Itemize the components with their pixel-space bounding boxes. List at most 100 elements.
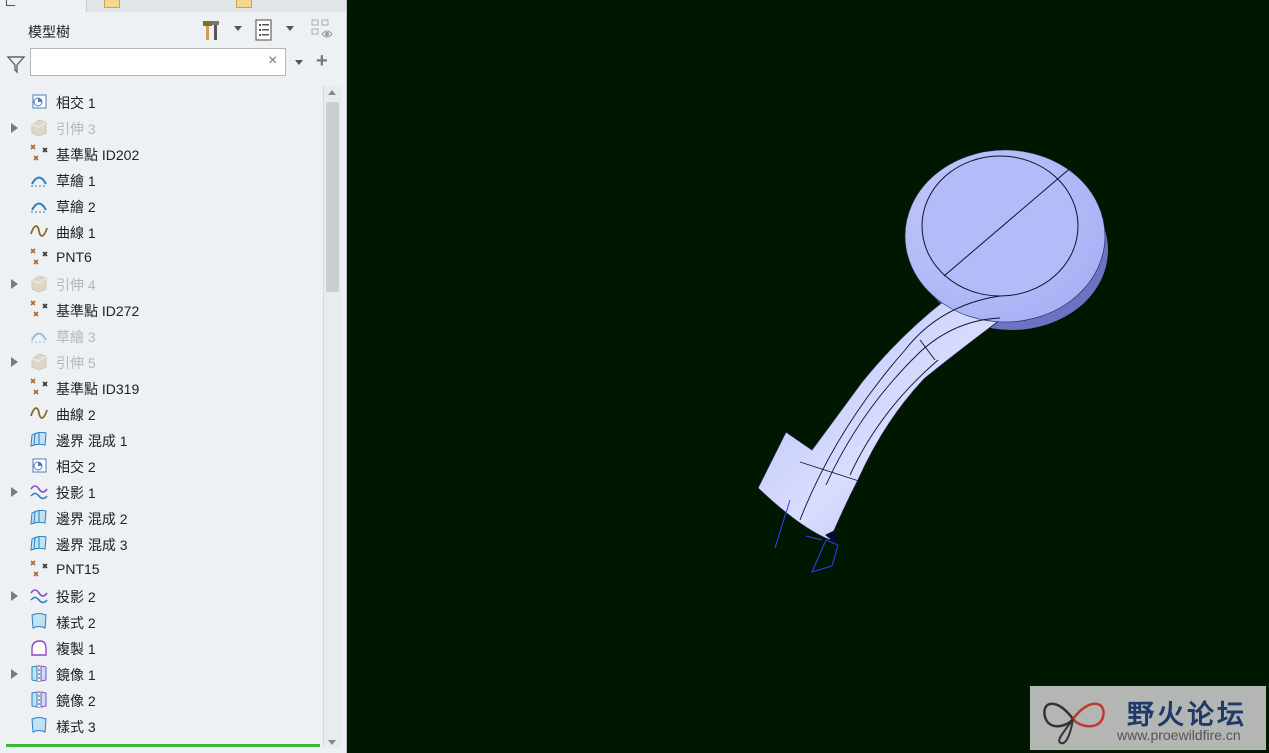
tree-item[interactable]: 投影 1: [0, 478, 322, 504]
tree-item-label: 草繪 3: [56, 329, 96, 345]
search-dropdown-arrow[interactable]: [295, 60, 303, 65]
tree-item[interactable]: PNT6: [0, 244, 322, 270]
tab-folder-icon[interactable]: [104, 0, 120, 8]
tree-item[interactable]: 相交 1: [0, 88, 322, 114]
tree-item[interactable]: 引伸 4: [0, 270, 322, 296]
tree-item-label: 引伸 3: [56, 121, 96, 137]
tree-item[interactable]: 草繪 2: [0, 192, 322, 218]
tree-item-label: 樣式 3: [56, 719, 96, 735]
tree-item[interactable]: 引伸 3: [0, 114, 322, 140]
sketch-icon: [29, 169, 49, 189]
projection-icon: [29, 585, 49, 605]
tree-item[interactable]: 樣式 2: [0, 608, 322, 634]
tree-item-label: PNT15: [56, 561, 100, 577]
tree-item-label: 鏡像 2: [56, 693, 96, 709]
tree-item-label: 基準點 ID272: [56, 303, 140, 319]
tab-favorites-icon[interactable]: [236, 0, 252, 8]
tree-item-label: 相交 2: [56, 459, 96, 475]
mirror-icon: [29, 663, 49, 683]
boundary-blend-icon: [29, 429, 49, 449]
datum-point-icon: [29, 559, 49, 579]
datum-point-icon: [29, 377, 49, 397]
style-icon: [29, 611, 49, 631]
tree-scrollbar[interactable]: [323, 86, 341, 748]
tree-item-label: PNT6: [56, 249, 92, 265]
tree-item[interactable]: 邊界 混成 1: [0, 426, 322, 452]
tree-item[interactable]: 樣式 3: [0, 712, 322, 738]
tree-item[interactable]: 邊界 混成 3: [0, 530, 322, 556]
tree-item-label: 曲線 1: [56, 225, 96, 241]
projection-icon: [29, 481, 49, 501]
tree-item-label: 鏡像 1: [56, 667, 96, 683]
expand-arrow-icon[interactable]: [11, 487, 18, 497]
tree-item-label: 複製 1: [56, 641, 96, 657]
datum-point-icon: [29, 143, 49, 163]
curve-icon: [29, 221, 49, 241]
extrude-icon: [29, 351, 49, 371]
sketch-icon: [29, 195, 49, 215]
style-icon: [29, 715, 49, 735]
tree-item[interactable]: 草繪 1: [0, 166, 322, 192]
filter-row: × +: [0, 46, 346, 82]
tree-item[interactable]: 相交 2: [0, 452, 322, 478]
boundary-blend-icon: [29, 507, 49, 527]
model-tree-header: 模型樹: [0, 14, 346, 46]
tree-item-label: 基準點 ID319: [56, 381, 140, 397]
settings-dropdown-arrow[interactable]: [286, 26, 294, 31]
tree-item[interactable]: 曲線 1: [0, 218, 322, 244]
expand-arrow-icon[interactable]: [11, 669, 18, 679]
tree-settings-icon[interactable]: [252, 18, 276, 42]
tree-item[interactable]: 邊界 混成 2: [0, 504, 322, 530]
tree-item[interactable]: 投影 2: [0, 582, 322, 608]
tree-item-label: 邊界 混成 2: [56, 511, 128, 527]
butterfly-logo-icon: [1043, 702, 1105, 745]
tree-item[interactable]: 鏡像 2: [0, 686, 322, 712]
clear-search-icon[interactable]: ×: [268, 52, 277, 70]
scroll-down-icon[interactable]: [328, 740, 336, 745]
scroll-thumb[interactable]: [326, 102, 339, 292]
tree-item-label: 引伸 4: [56, 277, 96, 293]
tree-item[interactable]: 基準點 ID272: [0, 296, 322, 322]
intersect-icon: [29, 455, 49, 475]
panel-tab-strip: [0, 0, 346, 12]
tree-item[interactable]: 曲線 2: [0, 400, 322, 426]
watermark-url: www.proewildfire.cn: [1117, 727, 1241, 743]
tree-item[interactable]: 基準點 ID319: [0, 374, 322, 400]
search-input[interactable]: [30, 48, 286, 76]
tools-dropdown-arrow[interactable]: [234, 26, 242, 31]
boundary-blend-icon: [29, 533, 49, 553]
panel-title: 模型樹: [28, 24, 70, 40]
scroll-up-icon[interactable]: [328, 90, 336, 95]
tree-item[interactable]: 鏡像 1: [0, 660, 322, 686]
tree-item-label: 投影 2: [56, 589, 96, 605]
mirror-icon: [29, 689, 49, 709]
tools-icon[interactable]: [200, 18, 224, 42]
tree-item[interactable]: 草繪 3: [0, 322, 322, 348]
tree-item[interactable]: 引伸 5: [0, 348, 322, 374]
show-hide-icon[interactable]: [310, 18, 334, 42]
curve-icon: [29, 403, 49, 423]
arm-surface: [757, 299, 1001, 541]
expand-arrow-icon[interactable]: [11, 123, 18, 133]
tree-item-label: 引伸 5: [56, 355, 96, 371]
tree-item-label: 曲線 2: [56, 407, 96, 423]
expand-arrow-icon[interactable]: [11, 591, 18, 601]
filter-icon[interactable]: [6, 54, 26, 74]
intersect-icon: [29, 91, 49, 111]
tree-item[interactable]: 複製 1: [0, 634, 322, 660]
copy-icon: [29, 637, 49, 657]
progress-line: [6, 744, 320, 747]
tree-item[interactable]: 基準點 ID202: [0, 140, 322, 166]
expand-arrow-icon[interactable]: [11, 279, 18, 289]
tree-item-label: 相交 1: [56, 95, 96, 111]
tree-item[interactable]: PNT15: [0, 556, 322, 582]
tree-item-label: 草繪 1: [56, 173, 96, 189]
extrude-icon: [29, 117, 49, 137]
add-filter-icon[interactable]: +: [316, 50, 328, 73]
forum-watermark: 野火论坛 www.proewildfire.cn: [1030, 686, 1266, 750]
tree-item-label: 投影 1: [56, 485, 96, 501]
expand-arrow-icon[interactable]: [11, 357, 18, 367]
tab-model-tree[interactable]: [0, 0, 87, 12]
graphics-viewport[interactable]: [347, 0, 1269, 753]
tree-item-label: 基準點 ID202: [56, 147, 140, 163]
